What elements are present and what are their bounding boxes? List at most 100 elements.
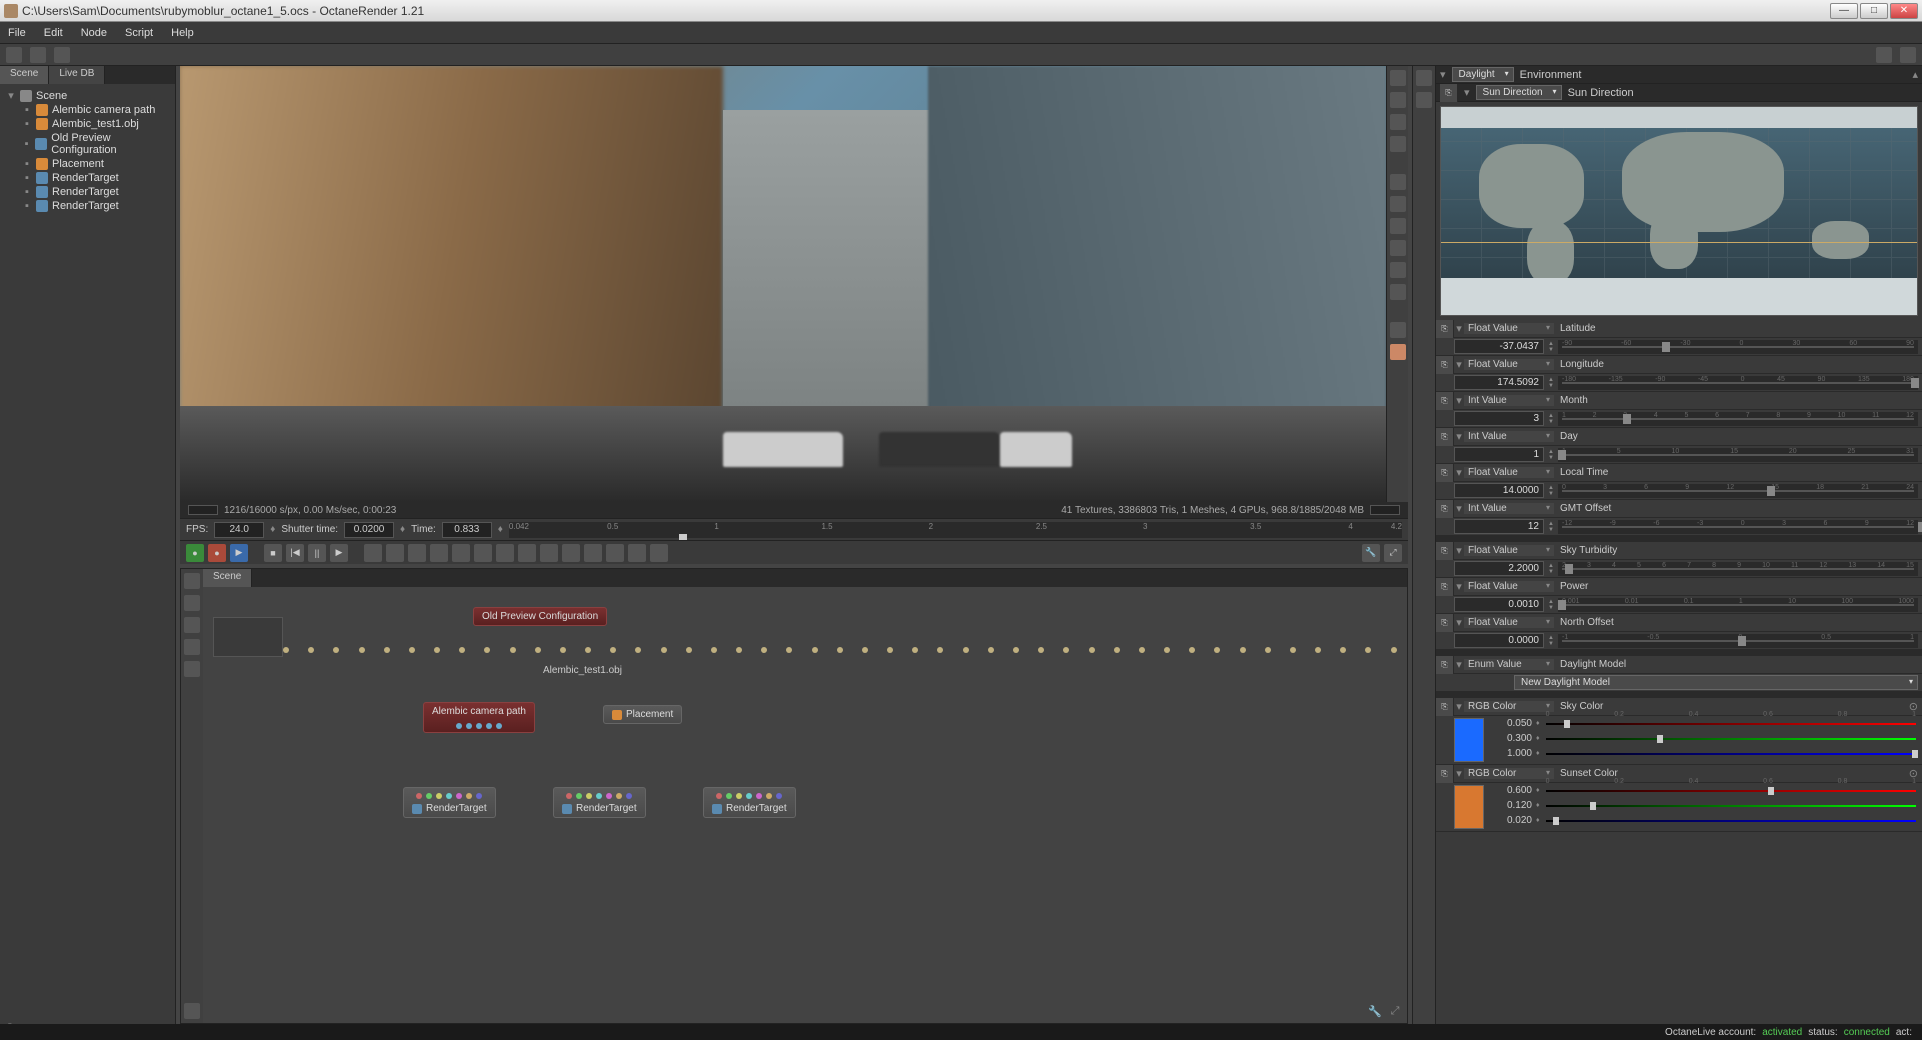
param-type-dropdown[interactable]: Float Value [1464, 467, 1554, 478]
vp-tool-icon[interactable] [1390, 174, 1406, 190]
tab-livedb[interactable]: Live DB [49, 66, 105, 84]
param-type-dropdown[interactable]: Float Value [1464, 581, 1554, 592]
vp-tool-icon[interactable] [1390, 322, 1406, 338]
tree-item[interactable]: ▪Alembic_test1.obj [4, 117, 171, 131]
param-slider[interactable]: 23456789101112131415 [1558, 562, 1918, 576]
node-old-preview[interactable]: Old Preview Configuration [473, 607, 607, 626]
rgb-r-value[interactable]: 0.050 [1486, 718, 1536, 729]
param-value-input[interactable] [1454, 633, 1544, 648]
link-icon[interactable]: ⎘ [1436, 614, 1454, 632]
param-slider[interactable]: 03691215182124 [1558, 484, 1918, 498]
tree-item[interactable]: ▪Placement [4, 157, 171, 171]
param-value-input[interactable] [1454, 447, 1544, 462]
rgb-g-slider[interactable] [1546, 801, 1916, 811]
rgb-b-value[interactable]: 0.020 [1486, 815, 1536, 826]
param-value-input[interactable] [1454, 519, 1544, 534]
nodegraph-canvas[interactable]: Old Preview Configuration Alembic_test1.… [203, 587, 1407, 1023]
sky-color-swatch[interactable] [1454, 718, 1484, 762]
link-icon[interactable]: ⎘ [1436, 698, 1454, 716]
vp-tool-icon[interactable] [1390, 344, 1406, 360]
rgb-r-slider[interactable]: 00.20.40.60.81 [1546, 719, 1916, 729]
node-rendertarget[interactable]: RenderTarget [403, 787, 496, 818]
spinner[interactable]: ▲▼ [1548, 485, 1558, 497]
node-rendertarget[interactable]: RenderTarget [553, 787, 646, 818]
node-placement[interactable]: Placement [603, 705, 682, 724]
expand-icon[interactable] [1900, 47, 1916, 63]
menu-help[interactable]: Help [171, 27, 194, 39]
param-slider[interactable]: 123456789101112 [1558, 412, 1918, 426]
vp-tool-icon[interactable] [1390, 70, 1406, 86]
time-ruler[interactable]: 0.042 0.5 1 1.5 2 2.5 3 3.5 4 4.2 [509, 522, 1402, 538]
rgb-b-slider[interactable] [1546, 749, 1916, 759]
toolbar-btn[interactable] [54, 47, 70, 63]
stop-button[interactable]: ■ [264, 544, 282, 562]
tree-item[interactable]: ▪RenderTarget [4, 185, 171, 199]
vp-tool-icon[interactable] [1390, 262, 1406, 278]
node-alembic-cam[interactable]: Alembic camera path [423, 702, 535, 733]
rgb-b-value[interactable]: 1.000 [1486, 748, 1536, 759]
param-type-dropdown[interactable]: Float Value [1464, 545, 1554, 556]
node-rendertarget[interactable]: RenderTarget [703, 787, 796, 818]
link-icon[interactable]: ⎘ [1436, 392, 1454, 410]
toolbar-btn[interactable] [30, 47, 46, 63]
vp-tool-icon[interactable] [1390, 284, 1406, 300]
sundir-dropdown[interactable]: Sun Direction [1476, 85, 1562, 100]
sunset-color-swatch[interactable] [1454, 785, 1484, 829]
world-map[interactable] [1440, 106, 1918, 316]
wrench-icon[interactable]: 🔧 [1362, 544, 1380, 562]
tree-item[interactable]: ▪RenderTarget [4, 171, 171, 185]
tool-icon[interactable] [518, 544, 536, 562]
link-icon[interactable]: ⎘ [1436, 765, 1454, 783]
toolbar-btn[interactable] [6, 47, 22, 63]
spinner[interactable]: ▲▼ [1548, 563, 1558, 575]
ng-tool-icon[interactable] [184, 617, 200, 633]
link-icon[interactable]: ⎘ [1436, 356, 1454, 374]
rgb-b-slider[interactable] [1546, 816, 1916, 826]
spinner[interactable]: ▲▼ [1548, 341, 1558, 353]
menu-file[interactable]: File [8, 27, 26, 39]
tab-scene[interactable]: Scene [0, 66, 49, 84]
wrench-icon[interactable] [1876, 47, 1892, 63]
param-slider[interactable]: 0.0010.010.11101001000 [1558, 598, 1918, 612]
ng-tool-icon[interactable] [184, 595, 200, 611]
tool-icon[interactable] [650, 544, 668, 562]
param-type-dropdown[interactable]: Float Value [1464, 323, 1554, 334]
shutter-input[interactable] [344, 522, 394, 538]
link-icon[interactable]: ⎘ [1436, 464, 1454, 482]
param-value-input[interactable] [1454, 411, 1544, 426]
link-icon[interactable]: ⎘ [1436, 656, 1454, 674]
env-dropdown[interactable]: Daylight [1452, 67, 1514, 82]
daylight-model-select[interactable]: New Daylight Model [1514, 675, 1918, 690]
tool-icon[interactable] [386, 544, 404, 562]
param-type-dropdown[interactable]: RGB Color [1464, 701, 1554, 712]
param-type-dropdown[interactable]: RGB Color [1464, 768, 1554, 779]
tool-icon[interactable] [452, 544, 470, 562]
param-value-input[interactable] [1454, 375, 1544, 390]
param-type-dropdown[interactable]: Int Value [1464, 395, 1554, 406]
rgb-g-value[interactable]: 0.300 [1486, 733, 1536, 744]
tree-item[interactable]: ▪RenderTarget [4, 199, 171, 213]
tool-icon[interactable] [562, 544, 580, 562]
tool-icon[interactable] [496, 544, 514, 562]
minimap[interactable] [213, 617, 283, 657]
vp-tool-icon[interactable] [1390, 92, 1406, 108]
stop-record-button[interactable]: ● [208, 544, 226, 562]
rgb-r-slider[interactable]: 00.20.40.60.81 [1546, 786, 1916, 796]
tool-icon[interactable] [364, 544, 382, 562]
tool-icon[interactable] [628, 544, 646, 562]
link-icon[interactable]: ⎘ [1440, 84, 1458, 102]
link-icon[interactable]: ⎘ [1436, 542, 1454, 560]
menu-script[interactable]: Script [125, 27, 153, 39]
fps-input[interactable] [214, 522, 264, 538]
param-value-input[interactable] [1454, 561, 1544, 576]
rgb-g-slider[interactable] [1546, 734, 1916, 744]
vp-tool-icon[interactable] [1390, 196, 1406, 212]
rt-tool-icon[interactable] [1416, 70, 1432, 86]
link-icon[interactable]: ⎘ [1436, 320, 1454, 338]
rgb-g-value[interactable]: 0.120 [1486, 800, 1536, 811]
param-value-input[interactable] [1454, 339, 1544, 354]
vp-tool-icon[interactable] [1390, 136, 1406, 152]
param-type-dropdown[interactable]: Enum Value [1464, 659, 1554, 670]
tool-icon[interactable] [540, 544, 558, 562]
param-value-input[interactable] [1454, 483, 1544, 498]
